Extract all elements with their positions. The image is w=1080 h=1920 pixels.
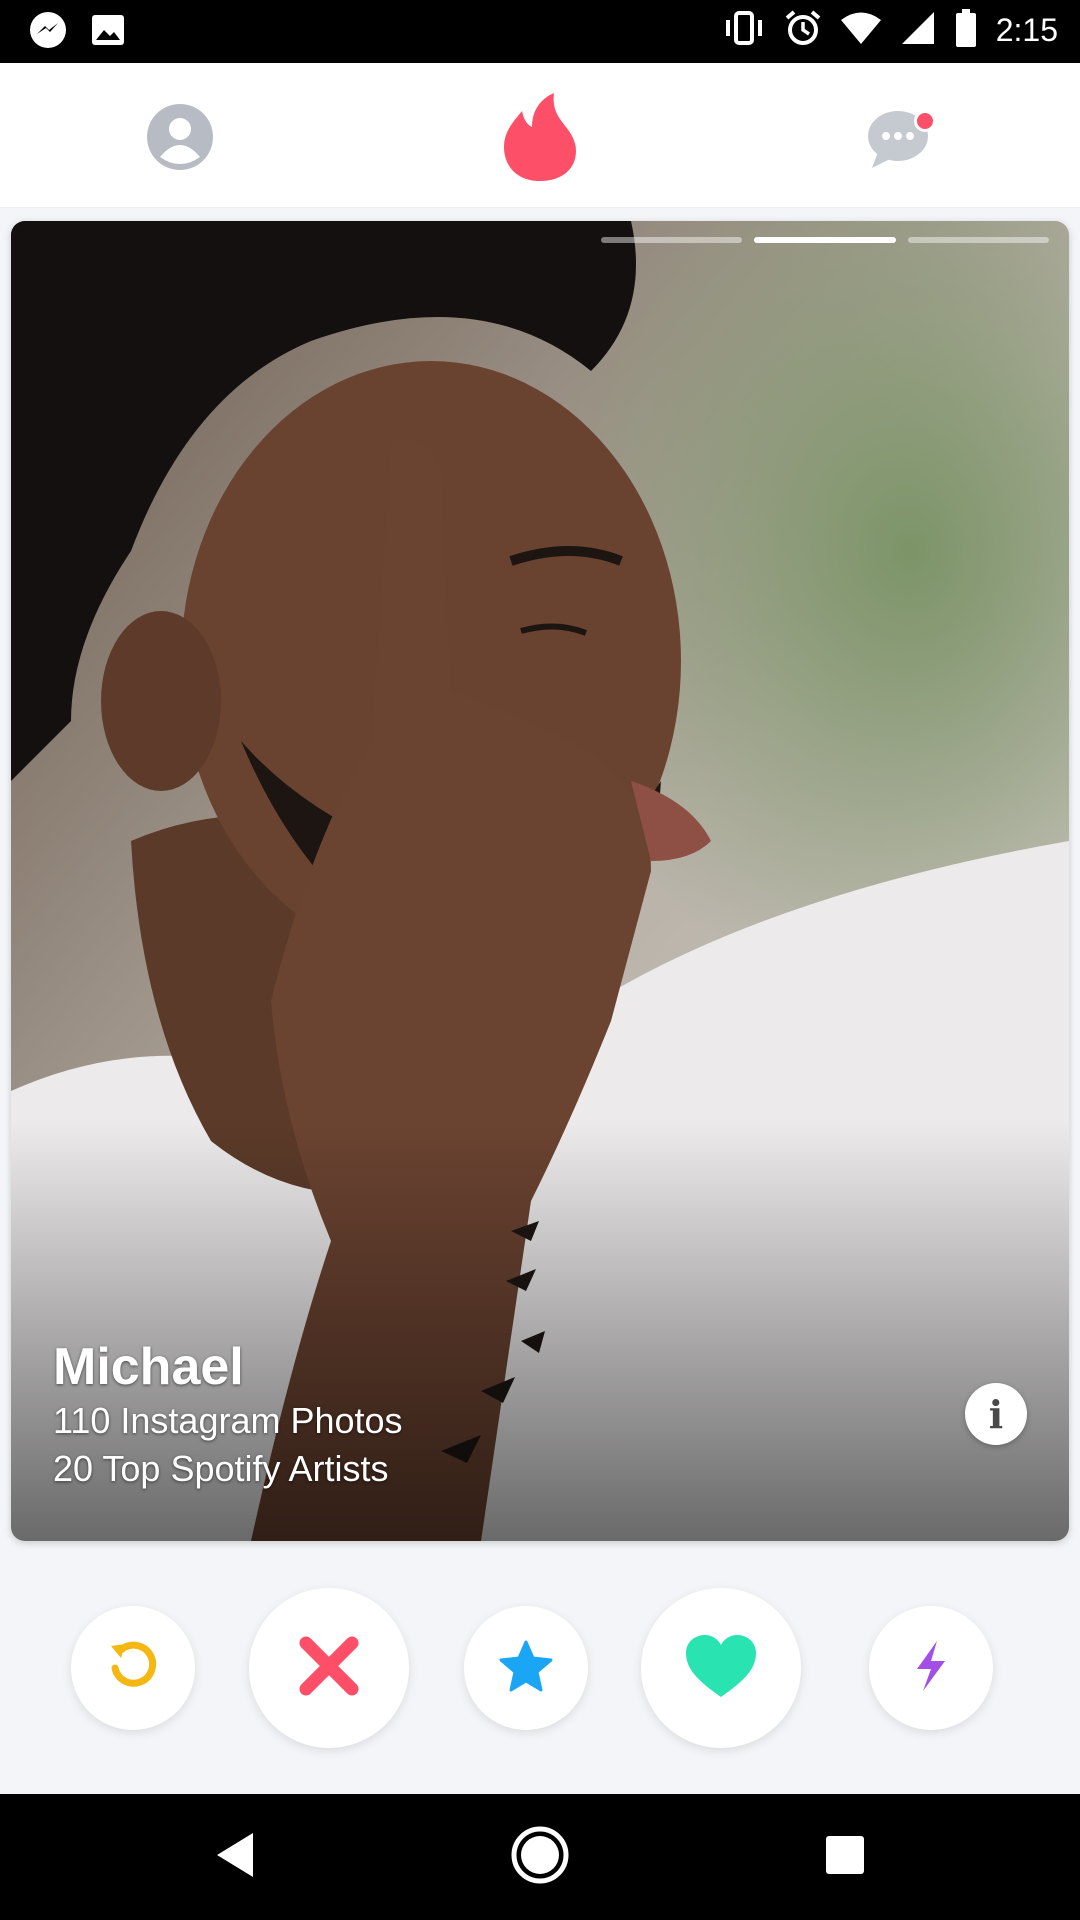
profile-card[interactable]: Michael 110 Instagram Photos 20 Top Spot…	[11, 221, 1069, 1541]
home-nav-button[interactable]	[510, 1825, 570, 1890]
star-icon	[498, 1639, 554, 1698]
heart-icon	[684, 1633, 758, 1704]
back-button[interactable]	[205, 1827, 265, 1887]
profile-detail-instagram: 110 Instagram Photos	[53, 1400, 403, 1441]
clock: 2:15	[995, 12, 1058, 48]
person-icon	[146, 103, 214, 176]
close-icon	[296, 1633, 362, 1704]
chat-icon	[864, 106, 936, 172]
profile-name: Michael	[53, 1338, 244, 1396]
profile-button[interactable]	[140, 99, 220, 179]
recents-button[interactable]	[815, 1827, 875, 1887]
home-icon	[510, 1825, 570, 1890]
battery-icon	[954, 8, 978, 53]
like-button[interactable]	[641, 1588, 801, 1748]
boost-button[interactable]	[869, 1606, 993, 1730]
lightning-icon	[913, 1639, 949, 1698]
home-button[interactable]	[500, 91, 580, 187]
photo-progress	[11, 237, 1069, 243]
info-button[interactable]: i	[965, 1383, 1027, 1445]
messenger-icon	[28, 10, 68, 55]
gallery-icon	[90, 12, 126, 53]
rewind-icon	[107, 1640, 159, 1697]
photo-indicator-active	[754, 237, 896, 243]
notification-dot	[914, 110, 936, 132]
alarm-icon	[784, 9, 822, 52]
back-icon	[213, 1831, 257, 1884]
nope-button[interactable]	[249, 1588, 409, 1748]
rewind-button[interactable]	[71, 1606, 195, 1730]
status-bar: 2:15	[0, 0, 1080, 63]
recents-icon	[824, 1834, 866, 1881]
action-bar	[0, 1560, 1080, 1780]
signal-icon	[900, 11, 936, 50]
photo-indicator	[601, 237, 743, 243]
profile-info: Michael 110 Instagram Photos 20 Top Spot…	[53, 1337, 403, 1493]
flame-icon	[502, 91, 578, 188]
wifi-icon	[840, 11, 882, 50]
messages-button[interactable]	[860, 99, 940, 179]
top-nav	[0, 63, 1080, 208]
vibrate-icon	[722, 10, 766, 51]
super-like-button[interactable]	[464, 1606, 588, 1730]
photo-indicator	[907, 237, 1049, 243]
info-icon: i	[988, 1391, 1004, 1437]
profile-detail-spotify: 20 Top Spotify Artists	[53, 1448, 389, 1489]
system-nav-bar	[0, 1794, 1080, 1920]
